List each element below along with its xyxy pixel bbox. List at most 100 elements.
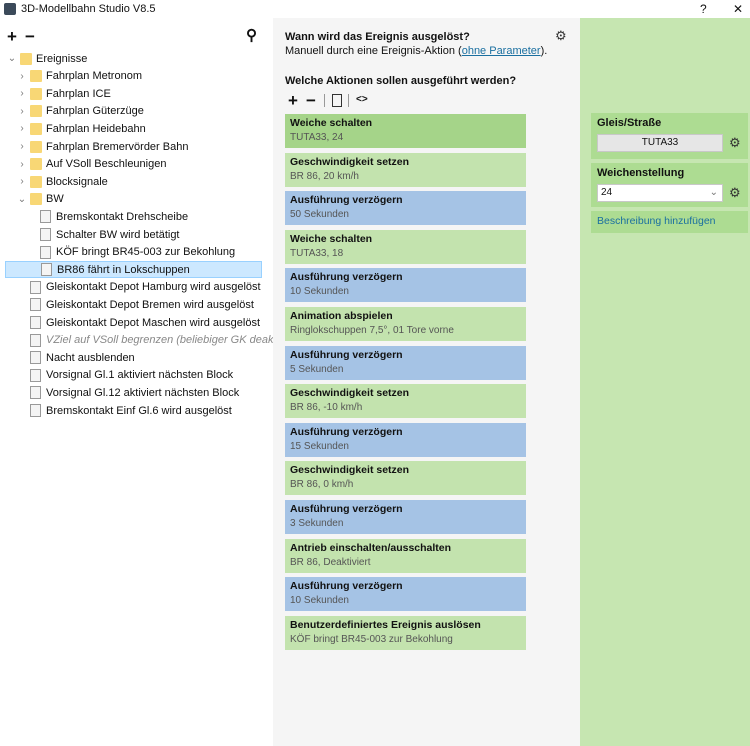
tree-item[interactable]: Gleiskontakt Depot Maschen wird ausgelös… [0,314,260,331]
action-card[interactable]: Benutzerdefiniertes Ereignis auslösen KÖF… [285,615,526,650]
action-title: Geschwindigkeit setzen [290,155,410,168]
action-title: Weiche schalten [290,232,373,245]
action-subtitle: 50 Sekunden [290,209,349,221]
title-bar: 3D-Modellbahn Studio V8.5 ? ✕ [0,0,750,18]
tree-item-label: Vorsignal Gl.1 aktiviert nächsten Block [46,369,234,382]
folder-icon [30,140,42,153]
chevron-right-icon[interactable]: › [17,141,27,152]
tree-item[interactable]: Gleiskontakt Depot Hamburg wird ausgelös… [0,279,261,296]
action-title: Antrieb einschalten/ausschalten [290,541,452,554]
tree-item-label: Auf VSoll Beschleunigen [46,158,167,171]
search-icon[interactable]: ⚲ [246,27,257,44]
tree-item[interactable]: ⌄ Ereignisse [0,50,87,67]
chevron-right-icon[interactable]: › [17,123,27,134]
tree-item[interactable]: BR86 fährt in Lokschuppen [5,261,262,279]
action-card[interactable]: Weiche schalten TUTA33, 18 [285,229,526,264]
track-input[interactable]: TUTA33 [597,134,723,152]
action-card[interactable]: Ausführung verzögern 5 Sekunden [285,345,526,380]
document-icon [30,280,41,294]
tree-item-label: BR86 fährt in Lokschuppen [57,263,190,276]
folder-icon [30,175,42,188]
trigger-description: Manuell durch eine Ereignis-Aktion ( [285,45,462,57]
document-icon [30,316,41,329]
gear-icon[interactable]: ⚙ [729,135,741,151]
tree-item[interactable]: › Auf VSoll Beschleunigen [0,156,166,173]
tree-item[interactable]: Bremskontakt Drehscheibe [0,208,188,225]
chevron-down-icon[interactable]: ⌄ [17,194,27,205]
tree-item[interactable]: Nacht ausblenden [0,349,135,366]
tree-item-label: Fahrplan Metronom [46,70,142,83]
add-action-button[interactable]: + [288,92,298,109]
folder-icon [30,122,42,135]
action-card[interactable]: Geschwindigkeit setzen BR 86, 0 km/h [285,461,526,496]
track-label: Gleis/Straße [597,117,662,129]
tree-item[interactable]: Gleiskontakt Depot Bremen wird ausgelöst [0,296,254,313]
action-title: Animation abspielen [290,310,393,322]
action-card[interactable]: Geschwindigkeit setzen BR 86, 20 km/h [285,152,526,187]
tree-item[interactable]: › Fahrplan Metronom [0,68,142,85]
description-section: Beschreibung hinzufügen [591,211,748,233]
tree-item[interactable]: Vorsignal Gl.1 aktiviert nächsten Block [0,367,233,384]
chevron-down-icon[interactable]: ⌄ [7,53,17,64]
action-title: Geschwindigkeit setzen [290,464,410,477]
switch-select[interactable]: 24 ⌄ [597,184,723,202]
event-tree-panel: + − ⚲ ⌄ Ereignisse › Fahrplan Metronom › Fahr… [0,18,297,746]
document-icon [30,368,41,382]
action-subtitle: TUTA33, 18 [290,247,344,259]
chevron-right-icon[interactable]: › [17,88,27,99]
chevron-right-icon[interactable]: › [17,106,27,117]
action-card[interactable]: Ausführung verzögern 50 Sekunden [285,191,526,226]
add-button[interactable]: + [7,28,17,45]
switch-section: Weichenstellung 24 ⌄ ⚙ [591,163,748,207]
close-button[interactable]: ✕ [733,2,743,16]
chevron-right-icon[interactable]: › [17,159,27,170]
add-description-link[interactable]: Beschreibung hinzufügen [597,215,716,227]
tree-item[interactable]: ⌄ BW [0,191,64,208]
action-title: Ausführung verzögern [290,194,403,207]
code-button[interactable]: <> [356,94,368,105]
action-subtitle: BR 86, 20 km/h [290,170,359,182]
remove-action-button[interactable]: − [306,92,316,109]
tree-item-label: Gleiskontakt Depot Maschen wird ausgelös… [46,316,260,329]
action-card[interactable]: Geschwindigkeit setzen BR 86, -10 km/h [285,384,526,419]
track-section: Gleis/Straße TUTA33 ⚙ [591,113,748,159]
action-card[interactable]: Ausführung verzögern 3 Sekunden [285,500,526,534]
tree-item[interactable]: Bremskontakt Einf Gl.6 wird ausgelöst [0,402,232,419]
gear-icon[interactable]: ⚙ [555,28,567,44]
chevron-right-icon[interactable]: › [17,71,27,82]
action-card[interactable]: Weiche schalten TUTA33, 24 [285,114,526,148]
tree-item[interactable]: KÖF bringt BR45-003 zur Bekohlung [0,244,235,261]
remove-button[interactable]: − [25,28,35,45]
tree-item[interactable]: Schalter BW wird betätigt [0,226,180,243]
document-icon [30,386,41,400]
switch-label: Weichenstellung [597,167,685,179]
help-button[interactable]: ? [700,2,707,16]
action-title: Ausführung verzögern [290,425,403,438]
tree-item-label: Gleiskontakt Depot Bremen wird ausgelöst [46,298,254,311]
action-card[interactable]: Ausführung verzögern 10 Sekunden [285,577,526,612]
tree-item[interactable]: VZiel auf VSoll begrenzen (beliebiger GK… [0,332,297,349]
action-card[interactable]: Ausführung verzögern 15 Sekunden [285,422,526,457]
action-title: Ausführung verzögern [290,580,403,593]
chevron-right-icon[interactable]: › [17,176,27,187]
action-card[interactable]: Animation abspielen Ringlokschuppen 7,5°,… [285,307,526,341]
tree-item-label: Bremskontakt Einf Gl.6 wird ausgelöst [46,404,232,417]
tree-item[interactable]: › Fahrplan Güterzüge [0,103,144,120]
tree-item[interactable]: › Fahrplan Bremervörder Bahn [0,138,188,155]
gear-icon[interactable]: ⚙ [729,185,741,201]
toolbar-divider [348,94,349,107]
action-card[interactable]: Antrieb einschalten/ausschalten BR 86, De… [285,538,526,573]
tree-item[interactable]: › Blocksignale [0,173,108,190]
toolbar-divider [324,94,325,107]
folder-icon [20,52,32,65]
tree-item-label: KÖF bringt BR45-003 zur Bekohlung [56,246,236,259]
event-detail-panel: Wann wird das Ereignis ausgelöst? ⚙ Manu… [273,18,580,746]
parameter-link[interactable]: ohne Parameter [462,45,541,57]
tree-item[interactable]: › Fahrplan ICE [0,85,111,102]
tree-item[interactable]: Vorsignal Gl.12 aktiviert nächsten Block [0,384,239,401]
action-card[interactable]: Ausführung verzögern 10 Sekunden [285,268,526,303]
action-title: Ausführung verzögern [290,503,403,515]
copy-icon[interactable] [332,94,342,107]
folder-icon [30,105,42,118]
tree-item[interactable]: › Fahrplan Heidebahn [0,120,146,137]
